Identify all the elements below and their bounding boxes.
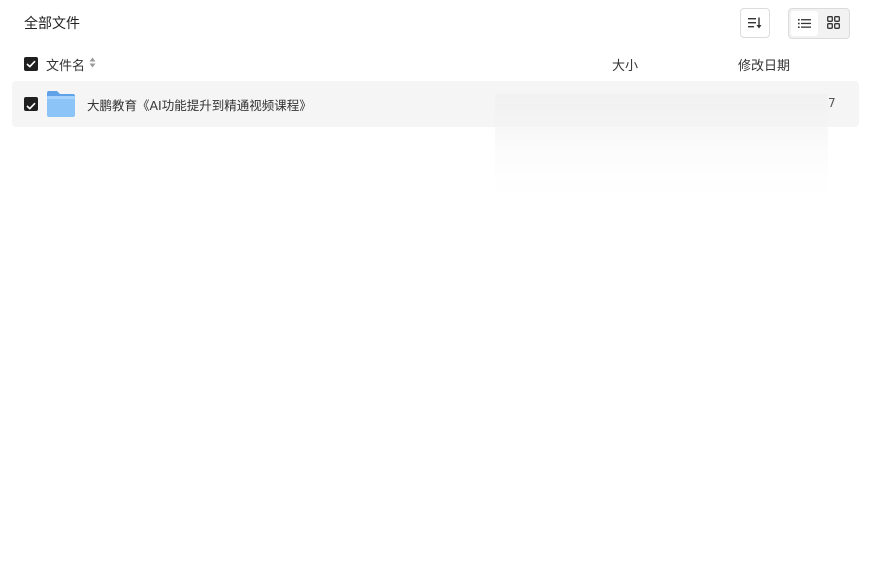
column-name-label: 文件名 [46, 59, 86, 74]
sort-arrows-icon [89, 57, 96, 72]
column-header-modified[interactable]: 修改日期 [738, 55, 790, 74]
table-header: 文件名 大小 修改日期 [0, 52, 874, 76]
file-name[interactable]: 大鹏教育《AI功能提升到精通视频课程》 [87, 95, 312, 114]
folder-icon [46, 90, 76, 118]
grid-view-button[interactable] [820, 11, 847, 36]
table-row[interactable]: 大鹏教育《AI功能提升到精通视频课程》 7 [12, 81, 859, 197]
list-view-icon [798, 14, 811, 33]
sort-icon [748, 14, 762, 33]
select-all-checkbox[interactable] [24, 57, 38, 71]
grid-view-icon [827, 14, 840, 33]
sort-button[interactable] [740, 8, 770, 38]
column-header-size[interactable]: 大小 [612, 55, 638, 74]
checkmark-icon [26, 57, 36, 72]
checkmark-icon [26, 95, 36, 114]
row-overlay [495, 94, 828, 197]
list-view-button[interactable] [791, 11, 818, 36]
row-checkbox[interactable] [24, 97, 38, 111]
file-modified-date: 7 [828, 96, 836, 110]
column-header-name[interactable]: 文件名 [46, 55, 96, 74]
page-title: 全部文件 [24, 16, 80, 32]
view-mode-toggle [788, 8, 850, 39]
file-browser: 全部文件 文件名 大小 修改日期 大鹏教育《AI功能提升到精通视频课程》 7 [0, 0, 874, 583]
